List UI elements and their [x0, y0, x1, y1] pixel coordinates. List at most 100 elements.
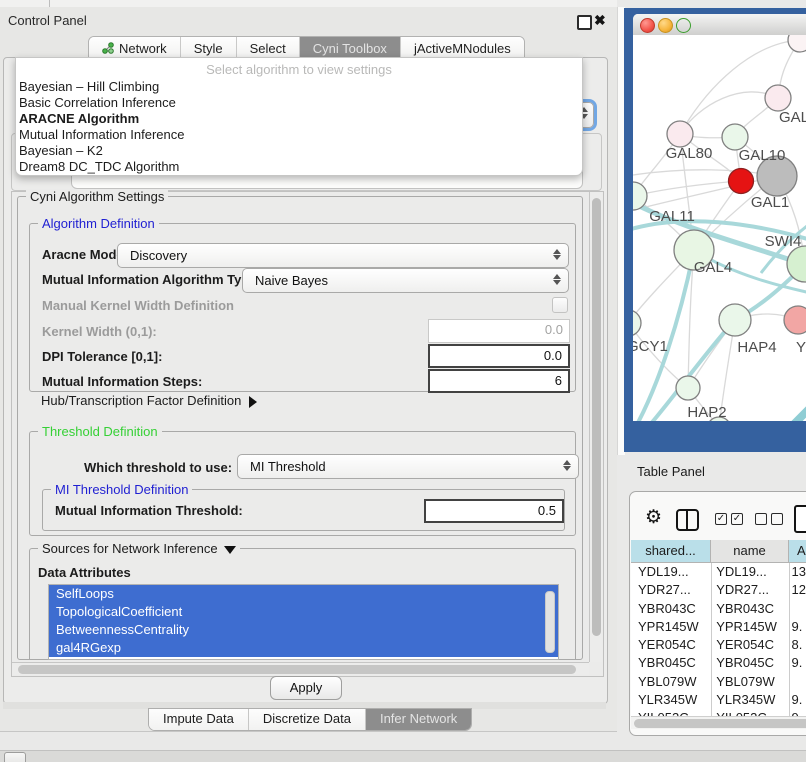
- hub-definition-expander[interactable]: Hub/Transcription Factor Definition: [41, 393, 257, 408]
- vertical-scrollbar-thumb[interactable]: [592, 198, 601, 636]
- column-header-name[interactable]: name: [711, 540, 789, 562]
- mi-type-select[interactable]: Naive Bayes: [242, 268, 569, 293]
- node-gcy1[interactable]: [633, 310, 641, 336]
- node-label: HAP2: [687, 404, 726, 421]
- network-nodes[interactable]: [633, 35, 806, 421]
- select-all-checkbox-icon2[interactable]: ✓: [731, 513, 743, 525]
- popup-item[interactable]: ARACNE Algorithm: [19, 111, 139, 126]
- zoom-traffic-light[interactable]: [676, 18, 691, 33]
- network-graph: GAL GAL80 GAL10 GAL1 GAL11 SWI4 GAL4 GCY…: [633, 35, 806, 421]
- tab-discretize-data[interactable]: Discretize Data: [248, 709, 365, 730]
- list-scrollbar[interactable]: [545, 591, 555, 653]
- select-all-checkbox-icon[interactable]: ✓: [715, 513, 727, 525]
- node-gal1[interactable]: [729, 169, 754, 194]
- table-row[interactable]: YPR145W YPR145W 9.: [631, 618, 806, 636]
- corner-button[interactable]: [4, 752, 26, 762]
- popup-item[interactable]: Basic Correlation Inference: [19, 95, 176, 110]
- export-table-icon[interactable]: [794, 505, 806, 533]
- mi-threshold-field[interactable]: 0.5: [424, 499, 564, 523]
- column-header-third[interactable]: A: [789, 540, 806, 562]
- cell-value: 9.: [784, 691, 806, 709]
- settings-scrollpane: Cyni Algorithm Settings Algorithm Defini…: [11, 191, 604, 677]
- tab-network[interactable]: Network: [89, 37, 180, 59]
- minimize-traffic-light[interactable]: [658, 18, 673, 33]
- table-scrollbar-thumb[interactable]: [634, 719, 806, 728]
- which-threshold-select[interactable]: MI Threshold: [237, 454, 579, 479]
- tab-jactivemnodules[interactable]: jActiveMNodules: [400, 37, 524, 59]
- column-layout-icon[interactable]: [676, 509, 699, 531]
- float-window-icon[interactable]: [577, 15, 592, 30]
- mi-threshold-group: MI Threshold Definition Mutual Informati…: [42, 489, 565, 531]
- node-hap2[interactable]: [676, 376, 700, 400]
- kernel-width-field[interactable]: 0.0: [428, 319, 570, 343]
- screen: Control Panel ✖ Network Style Select Cyn…: [0, 0, 806, 762]
- cell-shared-name: YDL19...: [631, 563, 709, 581]
- network-icon: [102, 42, 114, 54]
- node-gal2[interactable]: [765, 85, 791, 111]
- column-header-shared-name[interactable]: shared...: [631, 540, 711, 562]
- mi-steps-label: Mutual Information Steps:: [42, 374, 202, 389]
- table-row[interactable]: YBR045C YBR045C 9.: [631, 654, 806, 672]
- sources-collapse-header[interactable]: Sources for Network Inference: [38, 541, 240, 556]
- cell-shared-name: YER054C: [631, 636, 709, 654]
- cell-value: [784, 673, 806, 691]
- dpi-tolerance-field[interactable]: 0.0: [428, 344, 570, 368]
- network-view-frame: GAL GAL80 GAL10 GAL1 GAL11 SWI4 GAL4 GCY…: [633, 14, 806, 421]
- data-attributes-label: Data Attributes: [38, 565, 131, 580]
- cyni-algorithm-settings-group: Cyni Algorithm Settings Algorithm Defini…: [17, 196, 583, 660]
- horizontal-scrollbar-track[interactable]: [12, 662, 589, 675]
- cell-name: YDR27...: [709, 581, 784, 599]
- node-hap4[interactable]: [719, 304, 751, 336]
- threshold-definition-title: Threshold Definition: [38, 424, 162, 439]
- close-icon[interactable]: ✖: [594, 12, 606, 29]
- list-item[interactable]: TopologicalCoefficient: [49, 603, 558, 621]
- popup-item[interactable]: Bayesian – Hill Climbing: [19, 79, 159, 94]
- cell-value: 8.: [784, 636, 806, 654]
- cell-name: YLR345W: [709, 691, 784, 709]
- popup-item[interactable]: Dream8 DC_TDC Algorithm: [19, 159, 179, 174]
- table-panel-window: ⚙ ✓ ✓ shared... name A YDL19... YDL19...…: [629, 491, 806, 736]
- tab-select[interactable]: Select: [236, 37, 299, 59]
- list-item[interactable]: BetweennessCentrality: [49, 621, 558, 639]
- table-row[interactable]: YDR27... YDR27... 12: [631, 581, 806, 599]
- list-item[interactable]: SelfLoops: [49, 585, 558, 603]
- table-row[interactable]: YER054C YER054C 8.: [631, 636, 806, 654]
- node[interactable]: [788, 35, 806, 52]
- data-attributes-list: SelfLoops TopologicalCoefficient Between…: [48, 584, 559, 660]
- tab-impute-data[interactable]: Impute Data: [149, 709, 248, 730]
- close-traffic-light[interactable]: [640, 18, 655, 33]
- expander-right-icon: [249, 396, 257, 408]
- table-row[interactable]: YBR043C YBR043C: [631, 600, 806, 618]
- hub-definition-label: Hub/Transcription Factor Definition: [41, 393, 241, 408]
- deselect-all-checkbox-icon[interactable]: [755, 513, 767, 525]
- popup-item[interactable]: Bayesian – K2: [19, 143, 103, 158]
- list-item[interactable]: gal4RGexp: [49, 639, 558, 657]
- network-window-titlebar[interactable]: [633, 14, 806, 36]
- aracne-mode-select[interactable]: Discovery: [117, 243, 569, 268]
- table-row[interactable]: YDL19... YDL19... 13: [631, 563, 806, 581]
- table-row[interactable]: YBL079W YBL079W: [631, 673, 806, 691]
- tab-style[interactable]: Style: [180, 37, 236, 59]
- apply-button[interactable]: Apply: [270, 676, 342, 700]
- table-row[interactable]: YIL052C YIL052C 9: [631, 709, 806, 716]
- cell-name: YBR045C: [709, 654, 784, 672]
- node-gal80[interactable]: [667, 121, 693, 147]
- table-horizontal-scrollbar[interactable]: [631, 716, 806, 729]
- table-row[interactable]: YLR345W YLR345W 9.: [631, 691, 806, 709]
- vertical-scrollbar-track[interactable]: [589, 192, 602, 662]
- node-salmon[interactable]: [784, 306, 806, 334]
- tab-cyni-toolbox[interactable]: Cyni Toolbox: [299, 37, 400, 59]
- node-label: GAL10: [739, 147, 786, 164]
- node-label: GAL: [779, 109, 806, 126]
- tab-label: jActiveMNodules: [414, 41, 511, 56]
- which-threshold-label: Which threshold to use:: [84, 460, 232, 475]
- tab-infer-network[interactable]: Infer Network: [365, 709, 471, 730]
- gear-icon[interactable]: ⚙: [645, 508, 662, 527]
- mi-steps-field[interactable]: 6: [428, 369, 570, 393]
- popup-item[interactable]: Mutual Information Inference: [19, 127, 184, 142]
- horizontal-scrollbar-thumb[interactable]: [18, 665, 576, 674]
- network-canvas[interactable]: GAL GAL80 GAL10 GAL1 GAL11 SWI4 GAL4 GCY…: [633, 35, 806, 421]
- deselect-all-checkbox-icon2[interactable]: [771, 513, 783, 525]
- mi-threshold-title: MI Threshold Definition: [51, 482, 192, 497]
- manual-kernel-checkbox[interactable]: [552, 297, 568, 313]
